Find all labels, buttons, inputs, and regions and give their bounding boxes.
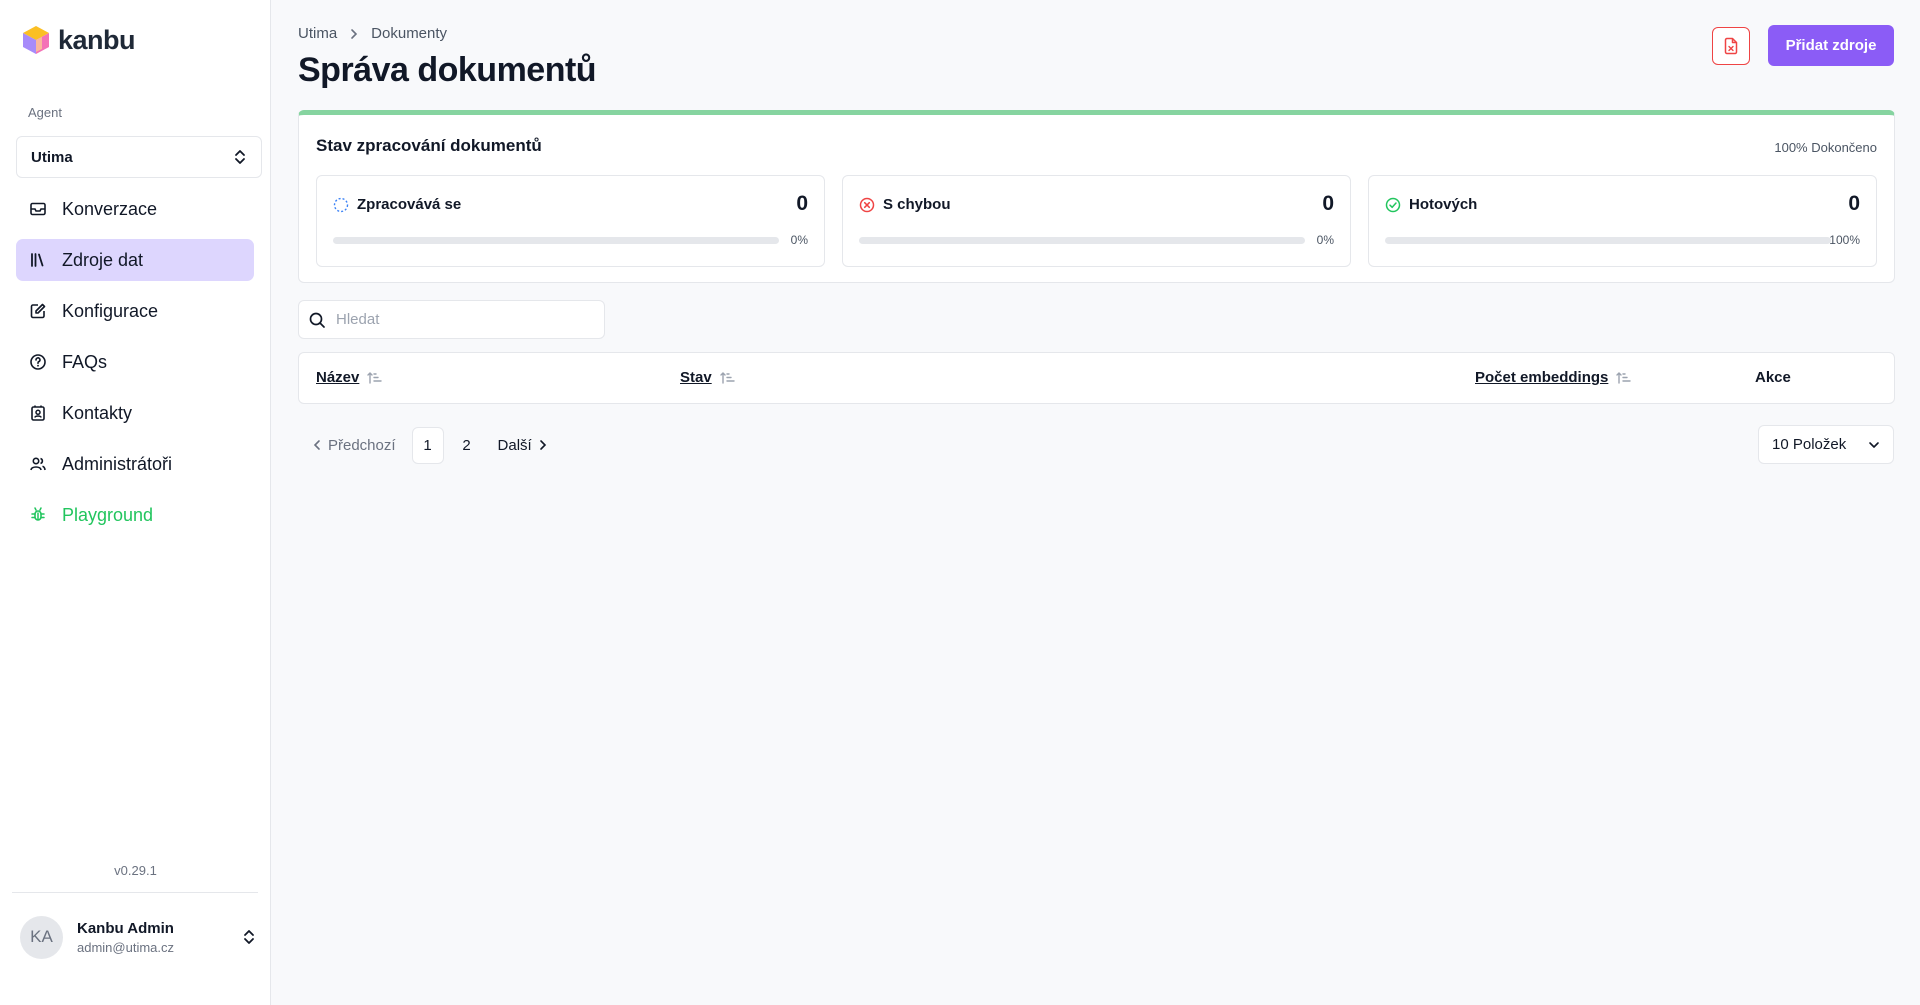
app-version: v0.29.1 [114,863,157,878]
sidebar-item-label: Administrátoři [62,453,173,474]
previous-label: Předchozí [328,436,396,454]
sidebar-item-label: Kontakty [62,402,133,423]
column-header-nazev[interactable]: Název [316,369,383,386]
contact-icon [28,403,48,423]
page-button-2[interactable]: 2 [451,427,483,464]
help-circle-icon [28,352,48,372]
column-header-stav[interactable]: Stav [680,369,736,386]
sidebar: kanbu Agent Utima Konverzace Zdroje dat … [0,0,271,1005]
page-title: Správa dokumentů [298,51,597,89]
sidebar-nav: Konverzace Zdroje dat Konfigurace FAQs K… [16,188,254,545]
loader-icon [333,197,349,213]
agent-select[interactable]: Utima [16,136,262,178]
stat-header: Zpracovává se [333,196,461,213]
app-logo[interactable]: kanbu [20,24,136,56]
sidebar-item-zdroje-dat[interactable]: Zdroje dat [16,239,254,281]
main-content: Utima Dokumenty Správa dokumentů Přidat … [272,0,1920,1005]
check-circle-icon [1385,197,1401,213]
search-input[interactable] [334,310,588,329]
error-circle-icon [859,197,875,213]
stat-label: S chybou [883,196,951,213]
sidebar-item-label: Zdroje dat [62,249,144,270]
user-name: Kanbu Admin [77,919,174,937]
sidebar-item-konfigurace[interactable]: Konfigurace [16,290,254,332]
sort-ascending-icon [1616,371,1632,385]
chevron-right-icon [538,439,548,451]
sidebar-item-playground[interactable]: Playground [16,494,254,536]
stat-count: 0 [1848,192,1860,215]
page-size-value: 10 Položek [1772,436,1847,453]
stat-percent: 100% [1829,233,1860,247]
avatar: KA [20,915,63,959]
bug-icon [28,505,48,525]
processing-status-card: Stav zpracování dokumentů 100% Dokončeno… [298,110,1895,283]
pagination: Předchozí 1 2 Další [312,426,548,464]
stat-header: S chybou [859,196,951,213]
documents-table-header: Název Stav Počet embeddings Akce [298,352,1895,404]
sidebar-item-label: Konverzace [62,198,158,219]
user-menu[interactable]: KA Kanbu Admin admin@utima.cz [20,914,256,960]
column-label: Akce [1755,369,1791,386]
user-info: Kanbu Admin admin@utima.cz [77,920,242,955]
stat-percent: 0% [790,233,808,247]
status-complete: 100% Dokončeno [1774,140,1877,155]
column-label: Stav [680,369,712,386]
previous-page-button[interactable]: Předchozí [312,437,396,454]
page-size-select[interactable]: 10 Položek [1758,425,1894,464]
column-label: Název [316,369,360,386]
stat-percent: 0% [1316,233,1334,247]
chevron-up-down-icon [242,928,256,946]
next-label: Další [497,436,532,454]
stat-card-error: S chybou 0 0% [842,175,1351,267]
progress-bar [859,237,1305,244]
search-icon [308,311,326,329]
edit-icon [28,301,48,321]
sidebar-item-faqs[interactable]: FAQs [16,341,254,383]
status-title: Stav zpracování dokumentů [316,136,542,155]
users-icon [28,454,48,474]
chevron-left-icon [312,439,322,451]
sidebar-item-label: FAQs [62,351,108,372]
user-email: admin@utima.cz [77,939,175,955]
divider [12,892,258,893]
file-export-button[interactable] [1712,27,1750,65]
page-button-1[interactable]: 1 [411,426,444,464]
column-label: Počet embeddings [1475,369,1609,386]
next-page-button[interactable]: Další [498,437,548,454]
sidebar-item-kontakty[interactable]: Kontakty [16,392,254,434]
stat-card-processing: Zpracovává se 0 0% [316,175,825,267]
chevron-up-down-icon [233,148,247,166]
library-icon [28,250,48,270]
cube-logo-icon [20,24,52,56]
stat-count: 0 [796,192,808,215]
stat-label: Hotových [1409,196,1478,213]
breadcrumb: Utima Dokumenty [298,25,447,42]
sort-ascending-icon [719,371,736,385]
add-sources-button[interactable]: Přidat zdroje [1768,25,1894,66]
agent-label: Agent [28,105,62,120]
app-name: kanbu [58,24,136,55]
sidebar-item-label: Konfigurace [62,300,159,321]
agent-select-value: Utima [31,148,73,166]
sort-ascending-icon [367,371,383,385]
stat-label: Zpracovává se [357,196,462,213]
progress-bar [333,237,779,244]
stat-header: Hotových [1385,196,1477,213]
column-header-akce: Akce [1755,369,1791,386]
breadcrumb-item-dokumenty: Dokumenty [371,25,448,42]
sidebar-item-label: Playground [62,504,154,525]
breadcrumb-item-utima[interactable]: Utima [298,25,337,42]
column-header-pocet-embeddings[interactable]: Počet embeddings [1475,369,1632,386]
search-box [298,300,605,339]
stat-count: 0 [1322,192,1334,215]
chevron-down-icon [1868,440,1880,450]
sidebar-item-administratori[interactable]: Administrátoři [16,443,254,485]
stat-card-done: Hotových 0 100% [1368,175,1877,267]
sidebar-item-konverzace[interactable]: Konverzace [16,188,254,230]
chevron-right-icon [349,28,359,40]
progress-bar [1385,237,1831,244]
inbox-icon [28,199,48,219]
file-x-icon [1723,37,1739,55]
